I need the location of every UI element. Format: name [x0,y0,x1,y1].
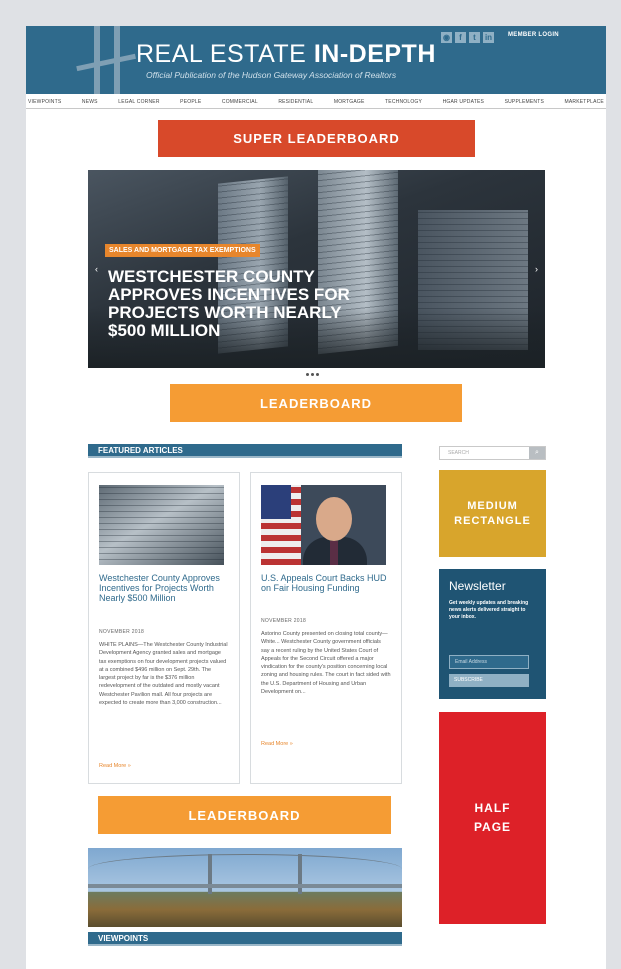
article-card[interactable]: Westchester County Approves Incentives f… [88,472,240,784]
leaderboard-ad[interactable]: LEADERBOARD [170,384,462,422]
newsletter-description: Get weekly updates and breaking news ale… [449,600,529,620]
article-date: NOVEMBER 2018 [99,629,145,635]
article-excerpt: Astorino County presented on closing tot… [261,631,391,696]
nav-item-residential[interactable]: RESIDENTIAL [278,99,313,105]
email-field[interactable]: Email Address [449,655,529,669]
linkedin-icon[interactable]: in [483,32,494,43]
newsletter-title: Newsletter [449,579,506,593]
chevron-left-icon[interactable]: ‹ [92,264,101,275]
viewpoints-image[interactable] [88,848,402,927]
newsletter-signup: Newsletter Get weekly updates and breaki… [439,569,546,699]
nav-item-viewpoints[interactable]: VIEWPOINTS [28,99,61,105]
nav-item-marketplace[interactable]: MARKETPLACE [565,99,604,105]
site-title[interactable]: REAL ESTATE IN-DEPTH [136,40,436,69]
leaderboard-ad[interactable]: LEADERBOARD [98,796,391,834]
article-date: NOVEMBER 2018 [261,618,307,624]
twitter-icon[interactable]: t [469,32,480,43]
super-leaderboard-ad[interactable]: SUPER LEADERBOARD [158,120,475,157]
medium-rectangle-ad[interactable]: MEDIUM RECTANGLE [439,470,546,557]
article-thumbnail[interactable] [99,485,224,565]
chevron-right-icon[interactable]: › [532,264,541,275]
slider-dot[interactable] [306,373,309,376]
facebook-icon[interactable]: f [455,32,466,43]
search-placeholder: SEARCH [448,450,469,456]
featured-articles-header: FEATURED ARTICLES [88,444,402,458]
article-title[interactable]: Westchester County Approves Incentives f… [99,573,234,603]
nav-item-supplements[interactable]: SUPPLEMENTS [505,99,544,105]
hero-slider[interactable]: SALES AND MORTGAGE TAX EXEMPTIONS WESTCH… [88,170,545,368]
nav-item-people[interactable]: PEOPLE [180,99,201,105]
hero-category-tag[interactable]: SALES AND MORTGAGE TAX EXEMPTIONS [105,244,260,257]
site-header: REAL ESTATE IN-DEPTH Official Publicatio… [26,26,606,94]
nav-item-commercial[interactable]: COMMERCIAL [222,99,258,105]
logo-mark-icon [76,26,136,94]
social-links: ◉ f t in [441,32,494,43]
slider-dot[interactable] [316,373,319,376]
nav-item-hgar-updates[interactable]: HGAR UPDATES [443,99,484,105]
subscribe-button[interactable]: SUBSCRIBE [449,674,529,687]
slider-dot[interactable] [311,373,314,376]
viewpoints-header: VIEWPOINTS [88,932,402,946]
site-subtitle: Official Publication of the Hudson Gatew… [146,70,397,80]
hero-headline[interactable]: WESTCHESTER COUNTY APPROVES INCENTIVES F… [108,268,368,340]
article-title[interactable]: U.S. Appeals Court Backs HUD on Fair Hou… [261,573,396,593]
rss-icon[interactable]: ◉ [441,32,452,43]
article-thumbnail[interactable] [261,485,386,565]
nav-item-legal-corner[interactable]: LEGAL CORNER [118,99,159,105]
portrait-image [316,497,352,541]
nav-item-mortgage[interactable]: MORTGAGE [334,99,365,105]
nav-item-news[interactable]: NEWS [82,99,98,105]
slider-pagination [306,373,319,376]
read-more-link[interactable]: Read More » [99,763,131,769]
article-card[interactable]: U.S. Appeals Court Backs HUD on Fair Hou… [250,472,402,784]
nav-item-technology[interactable]: TECHNOLOGY [385,99,422,105]
article-excerpt: WHITE PLAINS—The Westchester County Indu… [99,642,228,707]
search-input[interactable]: SEARCH ⌕ [439,446,546,460]
read-more-link[interactable]: Read More » [261,741,293,747]
page-frame: REAL ESTATE IN-DEPTH Official Publicatio… [26,26,606,969]
main-nav: VIEWPOINTS NEWS LEGAL CORNER PEOPLE COMM… [26,95,606,109]
half-page-ad[interactable]: HALF PAGE [439,712,546,924]
member-login-link[interactable]: MEMBER LOGIN [508,32,559,38]
search-icon[interactable]: ⌕ [529,447,545,459]
